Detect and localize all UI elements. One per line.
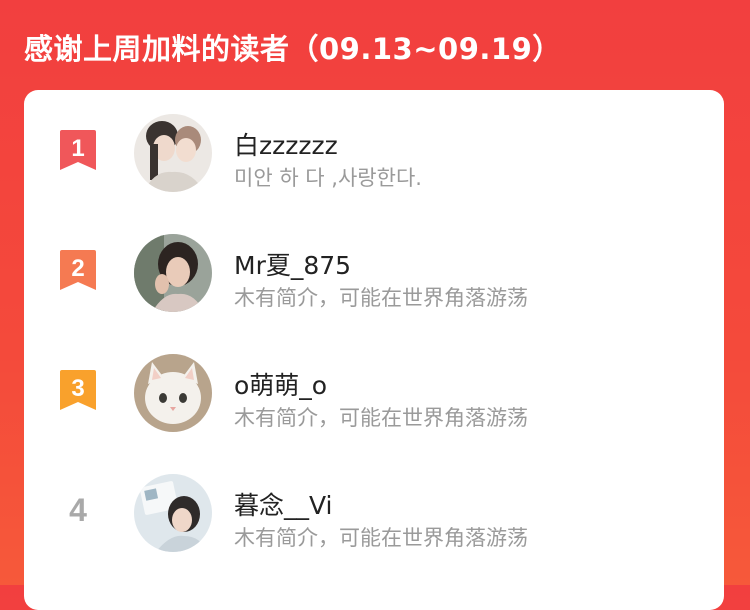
rank-number: 1 xyxy=(71,135,84,162)
reader-list-card: 1 白zzzzzz 미안 하 다 ,사랑한다. 2 Mr夏_875 木有简介，可… xyxy=(24,90,724,610)
reader-row-2[interactable]: 2 Mr夏_875 木有简介，可能在世界角落游荡 xyxy=(24,220,724,320)
reader-bio: 미안 하 다 ,사랑한다. xyxy=(234,166,422,190)
girl-portrait-avatar-icon xyxy=(134,234,212,312)
girl-reading-avatar-icon xyxy=(134,474,212,552)
rank-2-badge-icon: 2 xyxy=(60,250,96,290)
rank-number: 4 xyxy=(69,492,87,528)
reader-row-1[interactable]: 1 白zzzzzz 미안 하 다 ,사랑한다. xyxy=(24,100,724,200)
reader-name: 暮念__Vi xyxy=(234,491,333,520)
reader-bio: 木有简介，可能在世界角落游荡 xyxy=(234,406,528,430)
reader-row-4[interactable]: 4 暮念__Vi 木有简介，可能在世界角落游荡 xyxy=(24,460,724,560)
white-cat-avatar-icon xyxy=(134,354,212,432)
rank-1-badge-icon: 1 xyxy=(60,130,96,170)
avatar[interactable] xyxy=(134,114,212,192)
avatar[interactable] xyxy=(134,234,212,312)
reader-bio: 木有简介，可能在世界角落游荡 xyxy=(234,286,528,310)
page-title: 感谢上周加料的读者（09.13~09.19） xyxy=(24,32,562,66)
rank-number: 3 xyxy=(71,375,84,402)
two-girls-avatar-icon xyxy=(134,114,212,192)
reader-row-3[interactable]: 3 o萌萌_o 木有简介，可能在世界角落游荡 xyxy=(24,340,724,440)
avatar[interactable] xyxy=(134,354,212,432)
rank-number: 2 xyxy=(71,255,84,282)
reader-bio: 木有简介，可能在世界角落游荡 xyxy=(234,526,528,550)
reader-name: 白zzzzzz xyxy=(234,131,338,160)
reader-name: o萌萌_o xyxy=(234,371,328,400)
rank-3-badge-icon: 3 xyxy=(60,370,96,410)
reader-name: Mr夏_875 xyxy=(234,251,352,280)
avatar[interactable] xyxy=(134,474,212,552)
